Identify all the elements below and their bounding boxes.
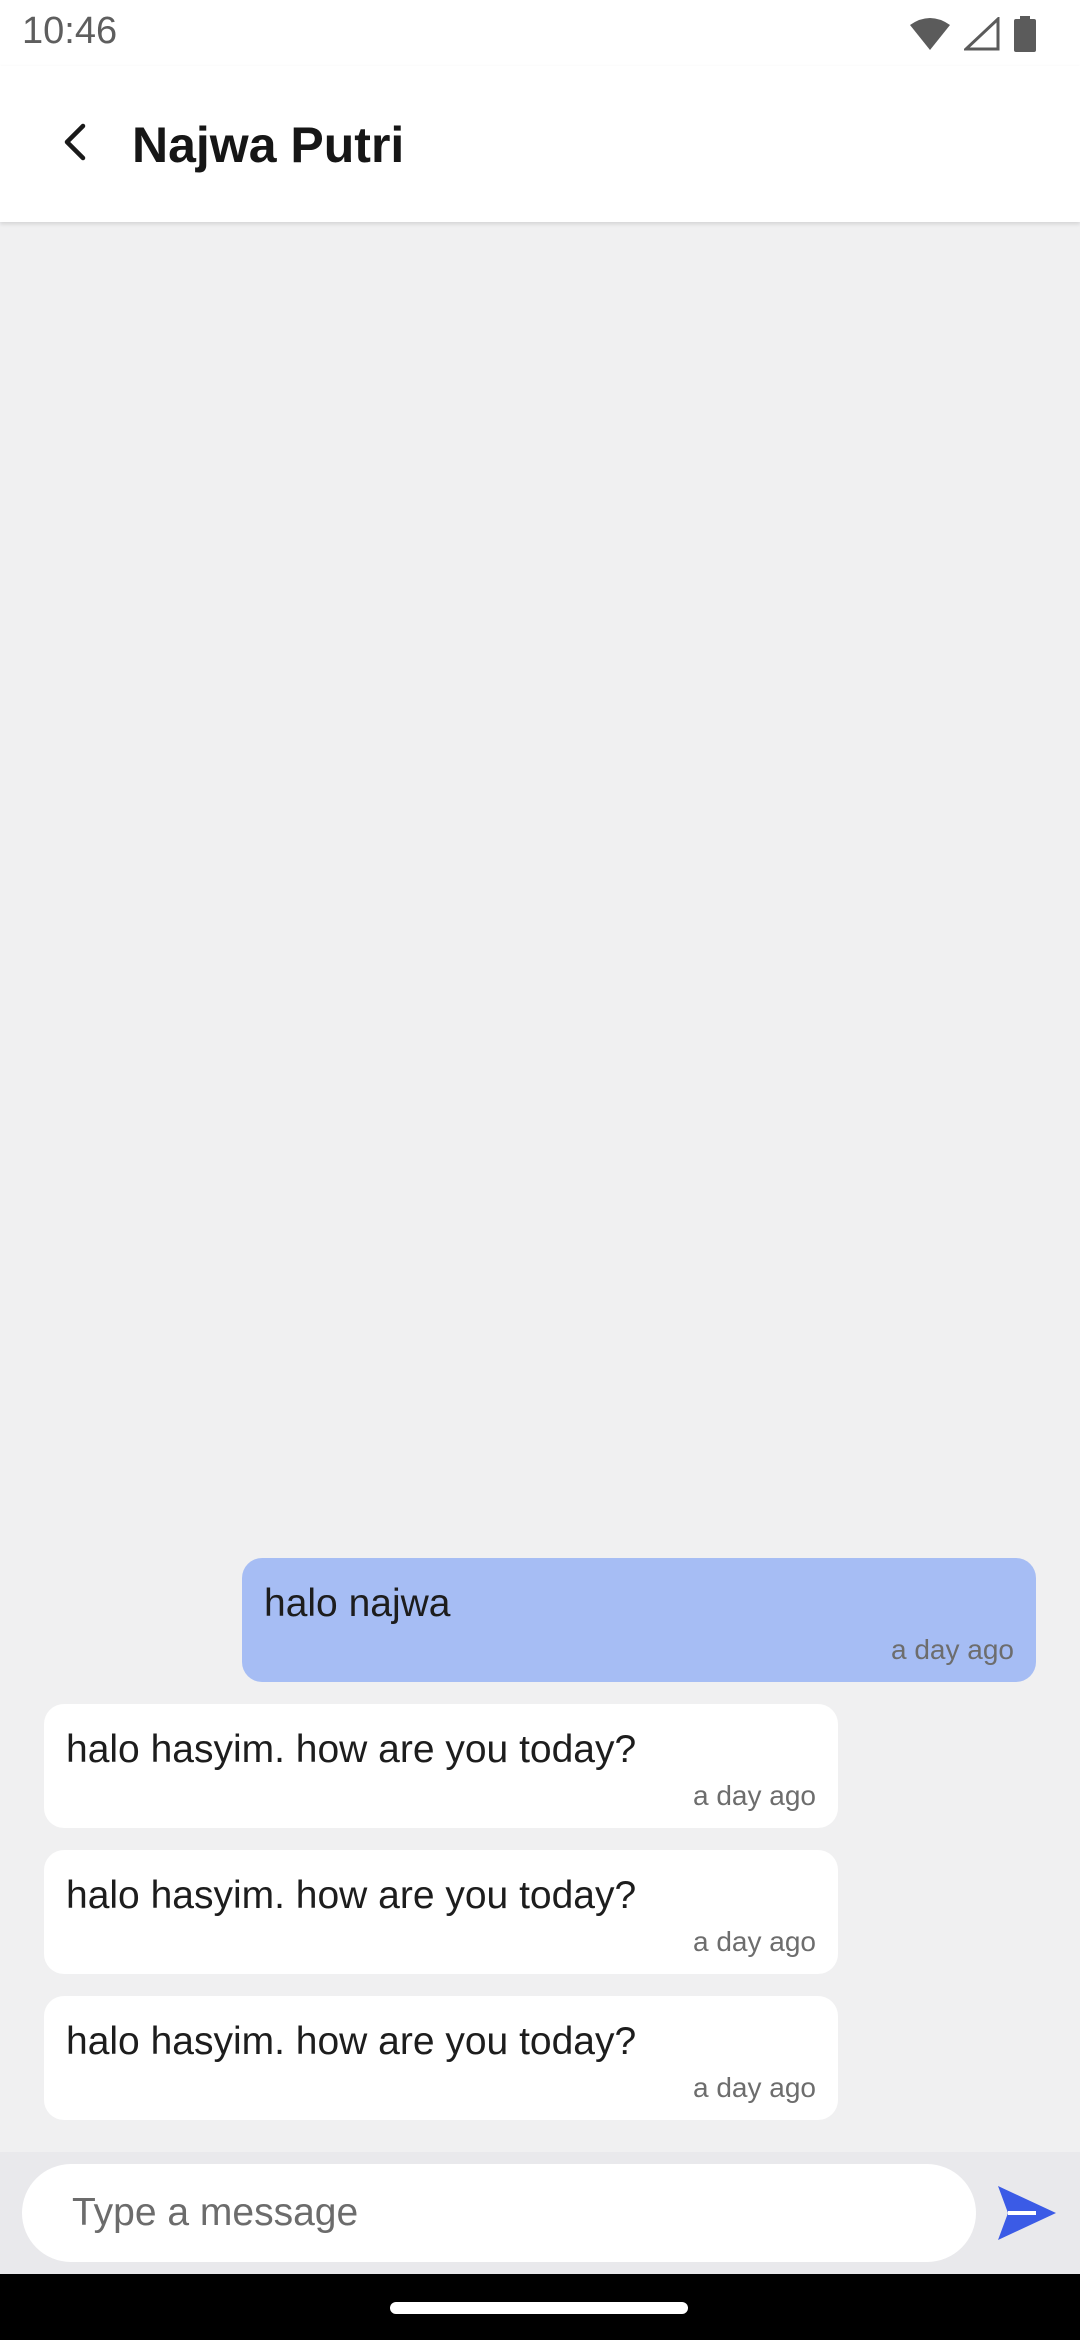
home-indicator[interactable]: [390, 2302, 688, 2314]
message-composer: [0, 2152, 1080, 2274]
back-button[interactable]: [44, 112, 108, 176]
app-bar: Najwa Putri: [0, 66, 1080, 222]
back-arrow-icon: [61, 122, 91, 167]
wifi-icon: [910, 17, 950, 51]
system-nav-bar: [0, 2274, 1080, 2340]
message-timestamp: a day ago: [891, 1634, 1014, 1665]
battery-icon: [1014, 16, 1036, 52]
status-icons: [910, 14, 1036, 54]
message-timestamp: a day ago: [693, 1926, 816, 1957]
message-bubble-sent[interactable]: halo najwa a day ago: [242, 1558, 1036, 1682]
message-timestamp: a day ago: [693, 2072, 816, 2103]
message-list[interactable]: halo najwa a day ago halo hasyim. how ar…: [0, 222, 1080, 2152]
message-text: halo najwa: [264, 1582, 451, 1625]
message-text: halo hasyim. how are you today?: [66, 2020, 637, 2063]
chat-screen: 10:46 Najwa Putri halo najwa a day ago h…: [0, 0, 1080, 2340]
send-button[interactable]: [996, 2184, 1058, 2242]
message-timestamp: a day ago: [693, 1780, 816, 1811]
message-bubble-received[interactable]: halo hasyim. how are you today? a day ag…: [44, 1704, 838, 1828]
chat-contact-name: Najwa Putri: [132, 117, 405, 173]
message-text: halo hasyim. how are you today?: [66, 1728, 637, 1771]
cellular-signal-icon: [964, 17, 1000, 51]
message-input[interactable]: [22, 2164, 976, 2262]
send-icon: [996, 2186, 1058, 2246]
message-bubble-received[interactable]: halo hasyim. how are you today? a day ag…: [44, 1996, 838, 2120]
message-bubble-received[interactable]: halo hasyim. how are you today? a day ag…: [44, 1850, 838, 1974]
status-bar: 10:46: [0, 0, 1080, 66]
status-time: 10:46: [22, 10, 118, 52]
message-text: halo hasyim. how are you today?: [66, 1874, 637, 1917]
